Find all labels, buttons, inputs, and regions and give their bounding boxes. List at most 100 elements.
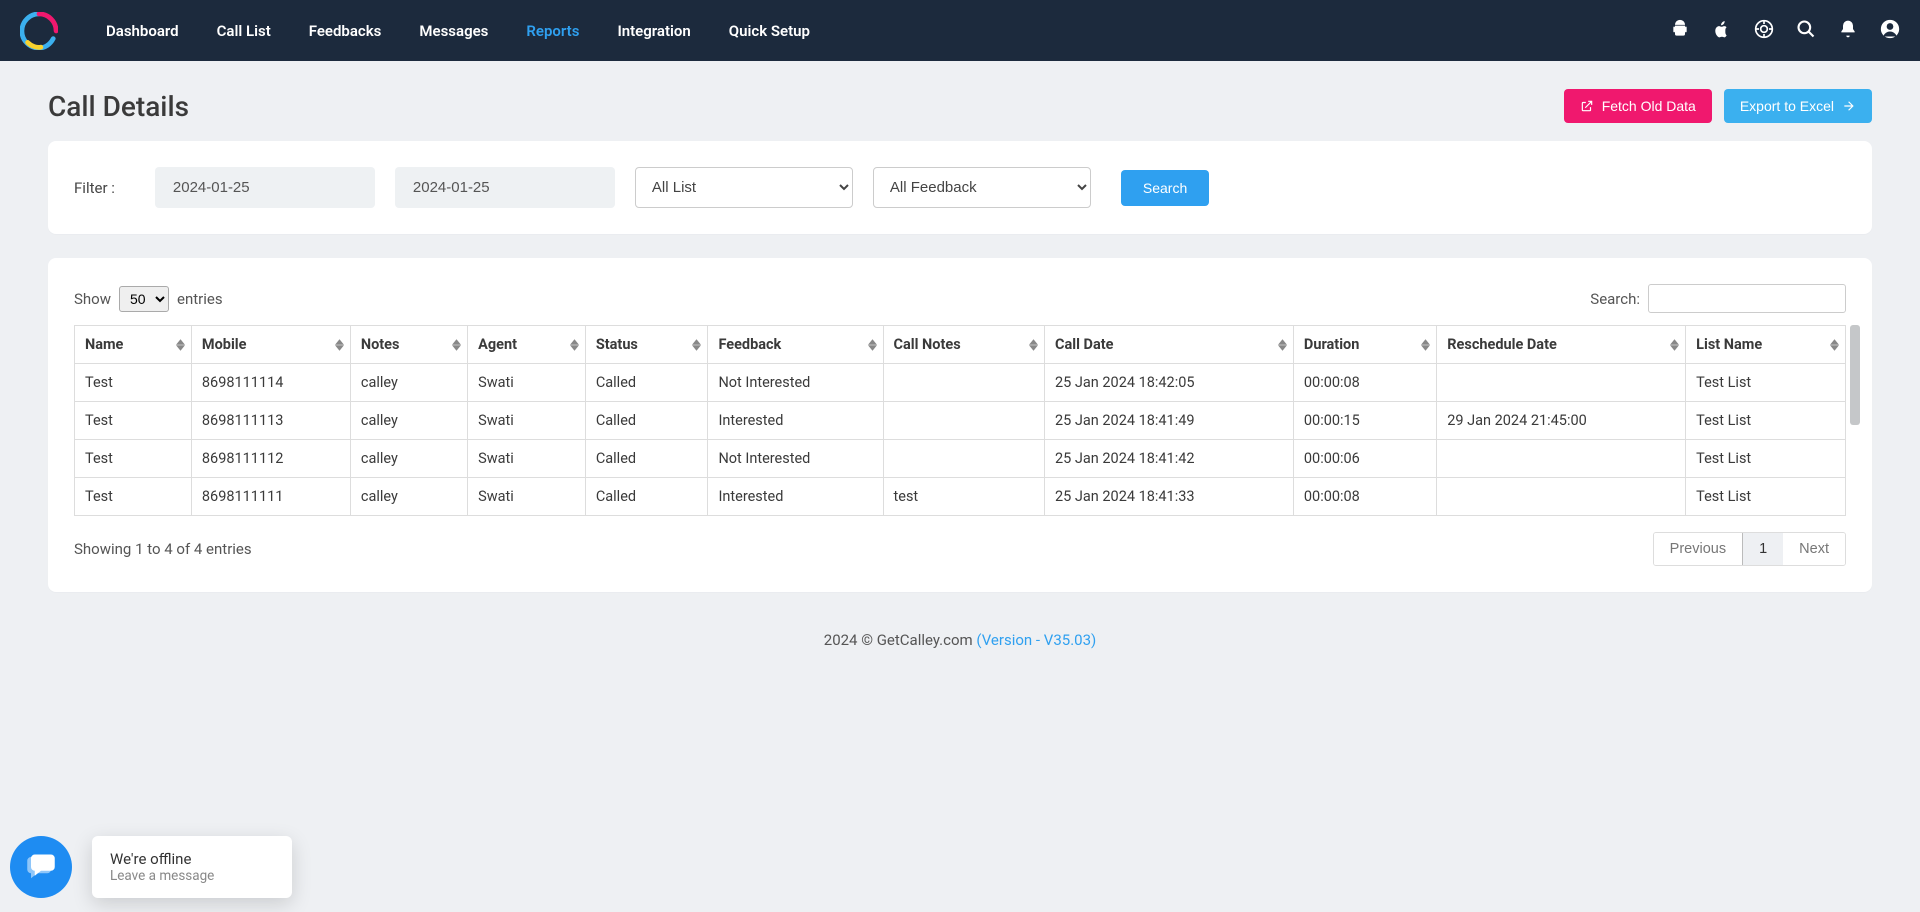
- pager-current[interactable]: 1: [1742, 532, 1784, 566]
- chat-bubble-button[interactable]: [10, 836, 72, 898]
- cell-notes: calley: [350, 478, 467, 516]
- footer-version-link[interactable]: (Version - V35.03): [976, 631, 1096, 649]
- column-status[interactable]: Status: [585, 326, 708, 364]
- entries-label: entries: [177, 290, 223, 308]
- fetch-old-data-button[interactable]: Fetch Old Data: [1564, 89, 1712, 123]
- cell-call_notes: [883, 440, 1045, 478]
- table-row: Test8698111113calleySwatiCalledIntereste…: [75, 402, 1846, 440]
- support-icon[interactable]: [1754, 19, 1774, 43]
- cell-name: Test: [75, 478, 192, 516]
- chat-card[interactable]: We're offline Leave a message: [92, 836, 292, 898]
- cell-duration: 00:00:06: [1293, 440, 1436, 478]
- cell-notes: calley: [350, 440, 467, 478]
- sort-icon: [335, 339, 344, 351]
- cell-agent: Swati: [468, 364, 586, 402]
- column-reschedule-date[interactable]: Reschedule Date: [1437, 326, 1686, 364]
- sort-icon: [1421, 339, 1430, 351]
- cell-feedback: Not Interested: [708, 440, 883, 478]
- sort-icon: [1029, 339, 1038, 351]
- nav-item-quick-setup[interactable]: Quick Setup: [711, 12, 828, 50]
- nav-item-integration[interactable]: Integration: [599, 12, 708, 50]
- cell-call_date: 25 Jan 2024 18:41:42: [1045, 440, 1294, 478]
- nav-item-messages[interactable]: Messages: [401, 12, 506, 50]
- scrollbar[interactable]: [1848, 325, 1862, 516]
- search-icon[interactable]: [1796, 19, 1816, 43]
- date-from-input[interactable]: [155, 167, 375, 208]
- feedback-select[interactable]: All Feedback: [873, 167, 1091, 208]
- cell-call_notes: [883, 364, 1045, 402]
- column-call-date[interactable]: Call Date: [1045, 326, 1294, 364]
- pager-next[interactable]: Next: [1783, 533, 1845, 565]
- column-notes[interactable]: Notes: [350, 326, 467, 364]
- nav-item-call-list[interactable]: Call List: [199, 12, 289, 50]
- main-nav: DashboardCall ListFeedbacksMessagesRepor…: [88, 12, 828, 50]
- cell-reschedule: [1437, 364, 1686, 402]
- sort-icon: [1278, 339, 1287, 351]
- nav-item-dashboard[interactable]: Dashboard: [88, 12, 197, 50]
- search-button[interactable]: Search: [1121, 170, 1209, 206]
- bell-icon[interactable]: [1838, 19, 1858, 43]
- sort-icon: [868, 339, 877, 351]
- cell-duration: 00:00:08: [1293, 364, 1436, 402]
- entries-select[interactable]: 50: [119, 286, 169, 312]
- cell-status: Called: [585, 440, 708, 478]
- cell-status: Called: [585, 478, 708, 516]
- table-panel: Show 50 entries Search: NameMobileNotesA…: [48, 258, 1872, 592]
- column-name[interactable]: Name: [75, 326, 192, 364]
- app-logo[interactable]: [20, 12, 58, 50]
- column-agent[interactable]: Agent: [468, 326, 586, 364]
- arrow-right-icon: [1842, 99, 1856, 113]
- fetch-old-label: Fetch Old Data: [1602, 98, 1696, 114]
- apple-icon[interactable]: [1712, 19, 1732, 43]
- list-select[interactable]: All List: [635, 167, 853, 208]
- cell-notes: calley: [350, 402, 467, 440]
- cell-agent: Swati: [468, 440, 586, 478]
- date-to-input[interactable]: [395, 167, 615, 208]
- chat-icon: [26, 852, 56, 882]
- cell-mobile: 8698111111: [191, 478, 350, 516]
- cell-list: Test List: [1686, 440, 1846, 478]
- header-right-icons: [1670, 19, 1900, 43]
- cell-status: Called: [585, 364, 708, 402]
- cell-duration: 00:00:15: [1293, 402, 1436, 440]
- external-link-icon: [1580, 99, 1594, 113]
- android-icon[interactable]: [1670, 19, 1690, 43]
- sort-icon: [692, 339, 701, 351]
- cell-agent: Swati: [468, 478, 586, 516]
- nav-item-reports[interactable]: Reports: [508, 12, 597, 50]
- cell-notes: calley: [350, 364, 467, 402]
- column-list-name[interactable]: List Name: [1686, 326, 1846, 364]
- pager-previous[interactable]: Previous: [1654, 533, 1743, 565]
- table-search-label: Search:: [1590, 290, 1640, 308]
- table-search-input[interactable]: [1648, 284, 1846, 313]
- cell-mobile: 8698111112: [191, 440, 350, 478]
- cell-name: Test: [75, 364, 192, 402]
- nav-item-feedbacks[interactable]: Feedbacks: [291, 12, 400, 50]
- pagination: Previous 1 Next: [1653, 532, 1846, 566]
- column-duration[interactable]: Duration: [1293, 326, 1436, 364]
- cell-list: Test List: [1686, 402, 1846, 440]
- chat-widget: We're offline Leave a message: [10, 836, 292, 898]
- export-excel-button[interactable]: Export to Excel: [1724, 89, 1872, 123]
- user-icon[interactable]: [1880, 19, 1900, 43]
- export-excel-label: Export to Excel: [1740, 98, 1834, 114]
- sort-icon: [570, 339, 579, 351]
- page-footer: 2024 © GetCalley.com (Version - V35.03): [0, 616, 1920, 669]
- column-feedback[interactable]: Feedback: [708, 326, 883, 364]
- cell-feedback: Interested: [708, 402, 883, 440]
- cell-reschedule: [1437, 478, 1686, 516]
- cell-reschedule: [1437, 440, 1686, 478]
- page-title: Call Details: [48, 90, 189, 123]
- column-mobile[interactable]: Mobile: [191, 326, 350, 364]
- cell-duration: 00:00:08: [1293, 478, 1436, 516]
- sort-icon: [1830, 339, 1839, 351]
- cell-list: Test List: [1686, 478, 1846, 516]
- cell-agent: Swati: [468, 402, 586, 440]
- table-row: Test8698111112calleySwatiCalledNot Inter…: [75, 440, 1846, 478]
- table-footer: Showing 1 to 4 of 4 entries Previous 1 N…: [74, 532, 1846, 566]
- cell-call_notes: [883, 402, 1045, 440]
- showing-text: Showing 1 to 4 of 4 entries: [74, 540, 252, 558]
- sort-icon: [1670, 339, 1679, 351]
- table-row: Test8698111111calleySwatiCalledIntereste…: [75, 478, 1846, 516]
- column-call-notes[interactable]: Call Notes: [883, 326, 1045, 364]
